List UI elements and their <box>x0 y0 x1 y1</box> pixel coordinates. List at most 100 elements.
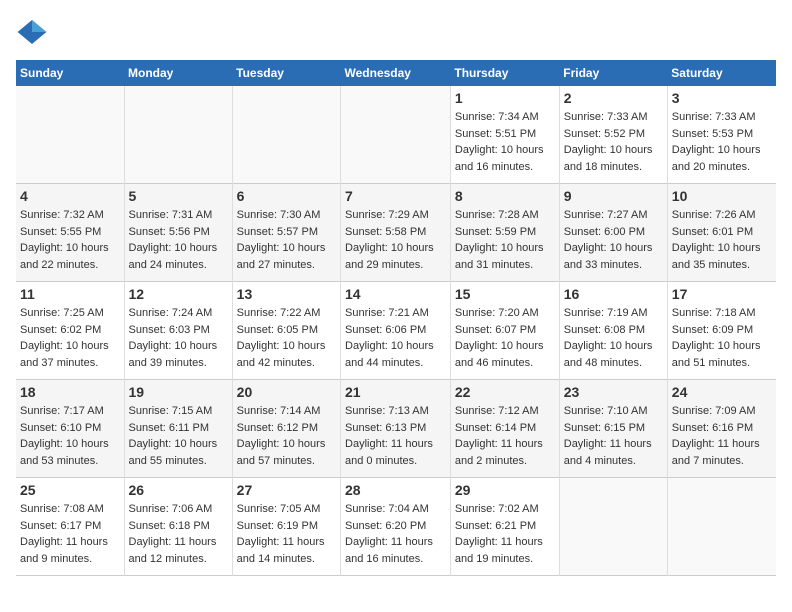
day-info: Sunrise: 7:30 AMSunset: 5:57 PMDaylight:… <box>237 207 336 273</box>
day-number: 25 <box>20 482 120 498</box>
calendar-cell: 3 Sunrise: 7:33 AMSunset: 5:53 PMDayligh… <box>667 86 776 184</box>
day-number: 28 <box>345 482 446 498</box>
day-info: Sunrise: 7:05 AMSunset: 6:19 PMDaylight:… <box>237 501 336 567</box>
calendar-cell: 5 Sunrise: 7:31 AMSunset: 5:56 PMDayligh… <box>124 184 232 282</box>
weekday-header: Thursday <box>450 60 559 86</box>
day-number: 2 <box>564 90 663 106</box>
day-info: Sunrise: 7:25 AMSunset: 6:02 PMDaylight:… <box>20 305 120 371</box>
day-info: Sunrise: 7:14 AMSunset: 6:12 PMDaylight:… <box>237 403 336 469</box>
day-info: Sunrise: 7:22 AMSunset: 6:05 PMDaylight:… <box>237 305 336 371</box>
calendar-cell: 25 Sunrise: 7:08 AMSunset: 6:17 PMDaylig… <box>16 478 124 576</box>
day-number: 15 <box>455 286 555 302</box>
calendar-cell: 18 Sunrise: 7:17 AMSunset: 6:10 PMDaylig… <box>16 380 124 478</box>
day-number: 26 <box>129 482 228 498</box>
day-number: 1 <box>455 90 555 106</box>
day-info: Sunrise: 7:33 AMSunset: 5:53 PMDaylight:… <box>672 109 772 175</box>
weekday-header: Friday <box>559 60 667 86</box>
day-info: Sunrise: 7:12 AMSunset: 6:14 PMDaylight:… <box>455 403 555 469</box>
calendar-cell <box>16 86 124 184</box>
weekday-header: Tuesday <box>232 60 340 86</box>
day-number: 21 <box>345 384 446 400</box>
calendar-cell: 10 Sunrise: 7:26 AMSunset: 6:01 PMDaylig… <box>667 184 776 282</box>
calendar-cell: 22 Sunrise: 7:12 AMSunset: 6:14 PMDaylig… <box>450 380 559 478</box>
day-info: Sunrise: 7:19 AMSunset: 6:08 PMDaylight:… <box>564 305 663 371</box>
day-info: Sunrise: 7:24 AMSunset: 6:03 PMDaylight:… <box>129 305 228 371</box>
day-info: Sunrise: 7:18 AMSunset: 6:09 PMDaylight:… <box>672 305 772 371</box>
day-number: 23 <box>564 384 663 400</box>
calendar-cell <box>341 86 451 184</box>
calendar-cell: 8 Sunrise: 7:28 AMSunset: 5:59 PMDayligh… <box>450 184 559 282</box>
day-number: 4 <box>20 188 120 204</box>
logo <box>16 16 54 48</box>
day-info: Sunrise: 7:13 AMSunset: 6:13 PMDaylight:… <box>345 403 446 469</box>
day-number: 14 <box>345 286 446 302</box>
day-info: Sunrise: 7:20 AMSunset: 6:07 PMDaylight:… <box>455 305 555 371</box>
weekday-header: Monday <box>124 60 232 86</box>
day-number: 7 <box>345 188 446 204</box>
day-info: Sunrise: 7:04 AMSunset: 6:20 PMDaylight:… <box>345 501 446 567</box>
day-info: Sunrise: 7:08 AMSunset: 6:17 PMDaylight:… <box>20 501 120 567</box>
day-number: 6 <box>237 188 336 204</box>
calendar-cell: 15 Sunrise: 7:20 AMSunset: 6:07 PMDaylig… <box>450 282 559 380</box>
calendar-cell <box>667 478 776 576</box>
calendar-cell <box>124 86 232 184</box>
day-number: 22 <box>455 384 555 400</box>
calendar-cell: 1 Sunrise: 7:34 AMSunset: 5:51 PMDayligh… <box>450 86 559 184</box>
calendar-cell: 6 Sunrise: 7:30 AMSunset: 5:57 PMDayligh… <box>232 184 340 282</box>
calendar-cell: 13 Sunrise: 7:22 AMSunset: 6:05 PMDaylig… <box>232 282 340 380</box>
day-info: Sunrise: 7:02 AMSunset: 6:21 PMDaylight:… <box>455 501 555 567</box>
day-info: Sunrise: 7:33 AMSunset: 5:52 PMDaylight:… <box>564 109 663 175</box>
day-info: Sunrise: 7:28 AMSunset: 5:59 PMDaylight:… <box>455 207 555 273</box>
calendar-table: SundayMondayTuesdayWednesdayThursdayFrid… <box>16 60 776 576</box>
calendar-cell: 11 Sunrise: 7:25 AMSunset: 6:02 PMDaylig… <box>16 282 124 380</box>
calendar-cell <box>559 478 667 576</box>
day-info: Sunrise: 7:26 AMSunset: 6:01 PMDaylight:… <box>672 207 772 273</box>
day-number: 10 <box>672 188 772 204</box>
day-number: 9 <box>564 188 663 204</box>
day-number: 29 <box>455 482 555 498</box>
calendar-cell: 27 Sunrise: 7:05 AMSunset: 6:19 PMDaylig… <box>232 478 340 576</box>
day-number: 13 <box>237 286 336 302</box>
day-info: Sunrise: 7:09 AMSunset: 6:16 PMDaylight:… <box>672 403 772 469</box>
day-number: 19 <box>129 384 228 400</box>
calendar-cell: 28 Sunrise: 7:04 AMSunset: 6:20 PMDaylig… <box>341 478 451 576</box>
logo-icon <box>16 16 48 48</box>
day-info: Sunrise: 7:27 AMSunset: 6:00 PMDaylight:… <box>564 207 663 273</box>
weekday-header: Wednesday <box>341 60 451 86</box>
calendar-cell: 17 Sunrise: 7:18 AMSunset: 6:09 PMDaylig… <box>667 282 776 380</box>
day-info: Sunrise: 7:34 AMSunset: 5:51 PMDaylight:… <box>455 109 555 175</box>
calendar-cell <box>232 86 340 184</box>
day-info: Sunrise: 7:15 AMSunset: 6:11 PMDaylight:… <box>129 403 228 469</box>
day-info: Sunrise: 7:17 AMSunset: 6:10 PMDaylight:… <box>20 403 120 469</box>
day-number: 20 <box>237 384 336 400</box>
calendar-cell: 12 Sunrise: 7:24 AMSunset: 6:03 PMDaylig… <box>124 282 232 380</box>
calendar-cell: 26 Sunrise: 7:06 AMSunset: 6:18 PMDaylig… <box>124 478 232 576</box>
calendar-cell: 20 Sunrise: 7:14 AMSunset: 6:12 PMDaylig… <box>232 380 340 478</box>
calendar-cell: 16 Sunrise: 7:19 AMSunset: 6:08 PMDaylig… <box>559 282 667 380</box>
day-number: 24 <box>672 384 772 400</box>
calendar-cell: 9 Sunrise: 7:27 AMSunset: 6:00 PMDayligh… <box>559 184 667 282</box>
day-info: Sunrise: 7:29 AMSunset: 5:58 PMDaylight:… <box>345 207 446 273</box>
calendar-cell: 4 Sunrise: 7:32 AMSunset: 5:55 PMDayligh… <box>16 184 124 282</box>
calendar-cell: 7 Sunrise: 7:29 AMSunset: 5:58 PMDayligh… <box>341 184 451 282</box>
page-header <box>16 16 776 48</box>
calendar-cell: 24 Sunrise: 7:09 AMSunset: 6:16 PMDaylig… <box>667 380 776 478</box>
day-number: 12 <box>129 286 228 302</box>
day-number: 27 <box>237 482 336 498</box>
weekday-header: Saturday <box>667 60 776 86</box>
calendar-cell: 14 Sunrise: 7:21 AMSunset: 6:06 PMDaylig… <box>341 282 451 380</box>
day-info: Sunrise: 7:31 AMSunset: 5:56 PMDaylight:… <box>129 207 228 273</box>
day-number: 11 <box>20 286 120 302</box>
day-number: 5 <box>129 188 228 204</box>
day-info: Sunrise: 7:32 AMSunset: 5:55 PMDaylight:… <box>20 207 120 273</box>
weekday-header: Sunday <box>16 60 124 86</box>
day-number: 8 <box>455 188 555 204</box>
day-number: 16 <box>564 286 663 302</box>
day-info: Sunrise: 7:06 AMSunset: 6:18 PMDaylight:… <box>129 501 228 567</box>
day-number: 18 <box>20 384 120 400</box>
calendar-cell: 21 Sunrise: 7:13 AMSunset: 6:13 PMDaylig… <box>341 380 451 478</box>
calendar-cell: 23 Sunrise: 7:10 AMSunset: 6:15 PMDaylig… <box>559 380 667 478</box>
calendar-cell: 2 Sunrise: 7:33 AMSunset: 5:52 PMDayligh… <box>559 86 667 184</box>
day-info: Sunrise: 7:21 AMSunset: 6:06 PMDaylight:… <box>345 305 446 371</box>
calendar-cell: 19 Sunrise: 7:15 AMSunset: 6:11 PMDaylig… <box>124 380 232 478</box>
